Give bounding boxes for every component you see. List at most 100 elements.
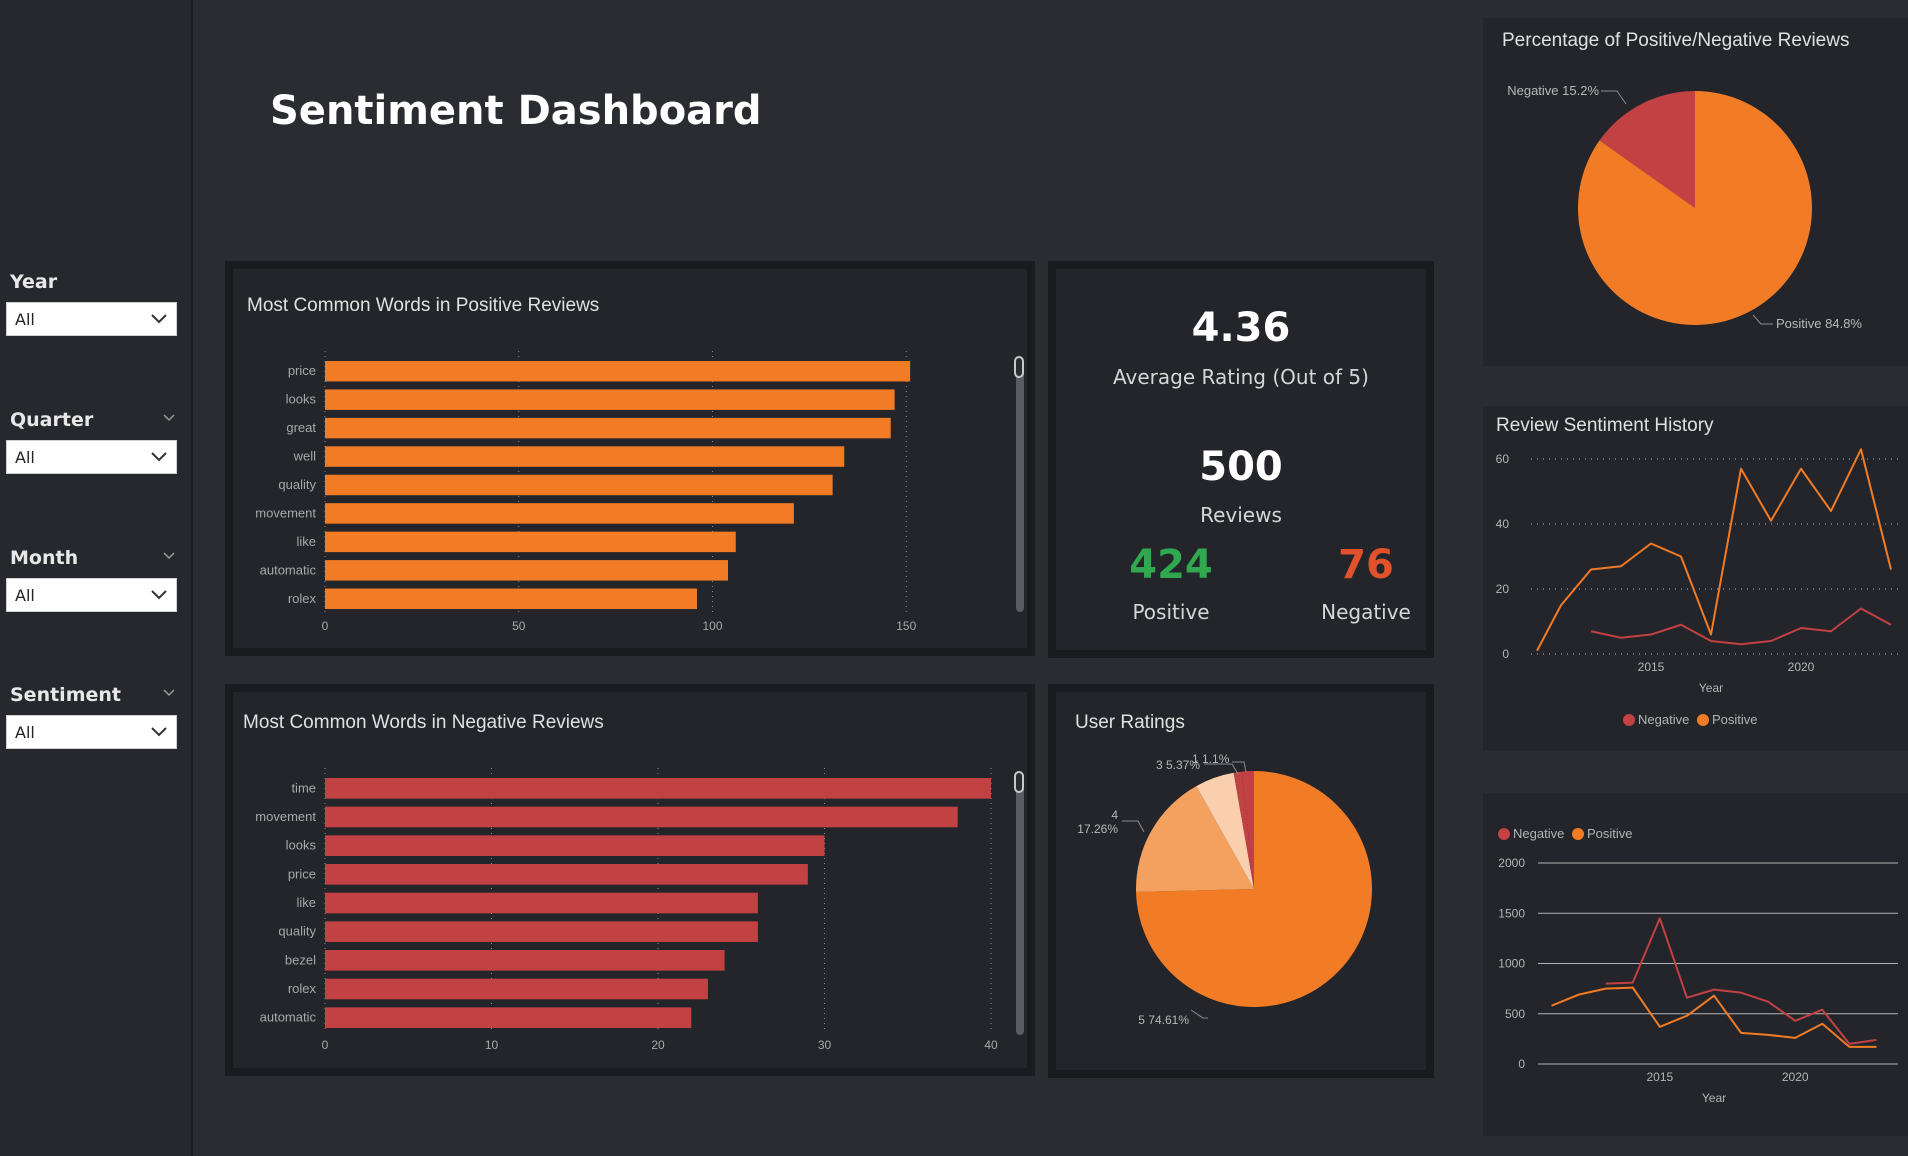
positive-label: Positive: [1132, 600, 1210, 624]
negative-words-x-tick-label: 10: [485, 1038, 499, 1052]
quarter-select[interactable]: All: [6, 440, 177, 474]
reviews-count: 500: [1199, 444, 1283, 490]
avg-rating-value: 4.36: [1191, 305, 1291, 351]
user-ratings-chart[interactable]: 5 74.61%417.26%3 5.37%1 1.1%: [1056, 692, 1426, 1070]
chevron-down-icon: [151, 590, 167, 600]
positive-words-category-label: well: [293, 449, 317, 464]
negative-words-category-label: time: [291, 780, 316, 795]
negative-words-category-label: like: [296, 895, 316, 910]
user-ratings-label-5: 5 74.61%: [1138, 1013, 1189, 1027]
negative-words-bar: [325, 892, 758, 914]
user-ratings-label-4: 17.26%: [1077, 822, 1118, 836]
negative-words-x-tick-label: 0: [322, 1038, 329, 1052]
scrollbar-thumb[interactable]: [1014, 771, 1024, 793]
positive-words-category-label: quality: [278, 477, 316, 492]
sentiment-history-panel[interactable]: Review Sentiment History 0 20 40 60 2015 2020…: [1483, 406, 1908, 751]
negative-words-x-tick-label: 40: [984, 1038, 998, 1052]
sentiment-history-x-tick-label: 2020: [1788, 660, 1815, 674]
page-title: Sentiment Dashboard: [270, 88, 762, 134]
positive-words-category-label: price: [288, 363, 316, 378]
sentiment-history-series-positive: [1536, 448, 1892, 652]
sentiment-volume-legend-marker: [1498, 828, 1510, 840]
quarter-select-value: All: [15, 448, 35, 467]
sentiment-volume-y-tick-label: 500: [1505, 1007, 1525, 1021]
sentiment-select-value: All: [15, 723, 35, 742]
sentiment-volume-y-tick-label: 1500: [1498, 906, 1525, 920]
negative-words-bar: [325, 778, 991, 799]
negative-words-category-label: movement: [255, 809, 316, 824]
positive-words-panel[interactable]: Most Common Words in Positive Reviews 05…: [225, 261, 1035, 656]
scrollbar-track[interactable]: [1016, 357, 1024, 612]
user-ratings-label-4: 4: [1111, 808, 1118, 822]
positive-count: 424: [1129, 542, 1213, 588]
filter-label-sentiment: Sentiment: [10, 684, 121, 706]
sentiment-history-x-axis-label: Year: [1699, 681, 1723, 695]
filter-sidebar: Year All Quarter All Month All Sentiment…: [0, 0, 193, 1156]
positive-words-category-label: movement: [255, 505, 316, 520]
negative-words-x-tick-label: 30: [818, 1038, 832, 1052]
positive-words-bar: [325, 531, 736, 553]
sentiment-volume-panel[interactable]: 0 500 1000 1500 2000 2015 2020 Year Negative Posi…: [1483, 793, 1908, 1136]
sentiment-history-y-tick-label: 0: [1502, 647, 1509, 661]
negative-words-bar: [325, 835, 825, 856]
sentiment-volume-x-tick-label: 2020: [1782, 1070, 1809, 1084]
negative-words-panel[interactable]: Most Common Words in Negative Reviews 01…: [225, 684, 1035, 1076]
sentiment-history-chart[interactable]: 0 20 40 60 2015 2020 Year Negative Positive: [1483, 406, 1908, 751]
negative-words-chart[interactable]: 0 10 20 30 40 time movement looks price like quali…: [233, 692, 1027, 1068]
sentiment-history-legend-marker: [1623, 714, 1635, 726]
sentiment-volume-y-tick-label: 0: [1518, 1057, 1525, 1071]
sentiment-history-legend-marker: [1697, 714, 1709, 726]
collapse-chevron-icon[interactable]: [163, 550, 175, 562]
month-select[interactable]: All: [6, 578, 177, 612]
positive-words-category-label: automatic: [260, 562, 317, 577]
kpi-panel: 4.36 Average Rating (Out of 5) 500 Revie…: [1048, 261, 1434, 658]
positive-words-x-tick-label: 0: [322, 619, 329, 633]
user-ratings-leader: [1190, 1009, 1208, 1019]
positive-words-bar: [325, 360, 911, 382]
positive-words-x-tick-label: 150: [896, 619, 916, 633]
chevron-down-icon: [151, 727, 167, 737]
negative-words-bar: [325, 806, 958, 828]
year-select[interactable]: All: [6, 302, 177, 336]
sentiment-pct-label-negative: Negative 15.2%: [1507, 83, 1599, 98]
positive-words-category-label: like: [296, 534, 316, 549]
collapse-chevron-icon[interactable]: [163, 687, 175, 699]
user-ratings-leader: [1122, 820, 1145, 833]
negative-words-category-label: quality: [278, 924, 316, 939]
positive-words-bar: [325, 560, 728, 581]
sentiment-history-legend-label: Positive: [1712, 712, 1758, 727]
sentiment-volume-legend-marker: [1572, 828, 1584, 840]
user-ratings-label-1: 1 1.1%: [1192, 752, 1230, 766]
negative-words-bar: [325, 864, 808, 885]
filter-label-month: Month: [10, 547, 79, 569]
sentiment-volume-legend-label: Positive: [1587, 826, 1633, 841]
negative-words-bar: [325, 950, 725, 971]
reviews-label: Reviews: [1200, 503, 1282, 527]
sentiment-pct-chart[interactable]: Negative 15.2% Positive 84.8%: [1483, 18, 1908, 366]
positive-words-bar: [325, 588, 697, 610]
scrollbar-track[interactable]: [1016, 772, 1024, 1035]
negative-words-x-tick-label: 20: [651, 1038, 665, 1052]
positive-words-category-label: great: [286, 420, 316, 435]
sentiment-select[interactable]: All: [6, 715, 177, 749]
sentiment-volume-x-tick-label: 2015: [1646, 1070, 1673, 1084]
sentiment-pct-panel[interactable]: Percentage of Positive/Negative Reviews …: [1483, 18, 1908, 366]
filter-label-quarter: Quarter: [10, 409, 94, 431]
sentiment-history-legend-label: Negative: [1638, 712, 1689, 727]
positive-words-x-tick-label: 50: [512, 619, 526, 633]
user-ratings-panel[interactable]: User Ratings 5 74.61% 4 17.26% 3 5.37% 1 1.1…: [1048, 684, 1434, 1078]
negative-words-category-label: rolex: [288, 981, 317, 996]
scrollbar-thumb[interactable]: [1014, 356, 1024, 378]
negative-count: 76: [1338, 542, 1394, 588]
sentiment-volume-chart[interactable]: 0 500 1000 1500 2000 2015 2020 Year Negative Posi…: [1483, 793, 1908, 1136]
collapse-chevron-icon[interactable]: [163, 412, 175, 424]
sentiment-pct-leader: [1601, 90, 1627, 105]
sentiment-history-y-tick-label: 40: [1496, 517, 1510, 531]
sentiment-history-x-tick-label: 2015: [1638, 660, 1665, 674]
sentiment-volume-y-tick-label: 1000: [1498, 957, 1525, 971]
positive-words-bar: [325, 474, 833, 496]
positive-words-bar: [325, 417, 891, 439]
avg-rating-label: Average Rating (Out of 5): [1113, 365, 1369, 389]
positive-words-chart[interactable]: 0 50 100 150 price looks great well quality movem…: [233, 269, 1027, 648]
positive-words-category-label: looks: [286, 392, 317, 407]
